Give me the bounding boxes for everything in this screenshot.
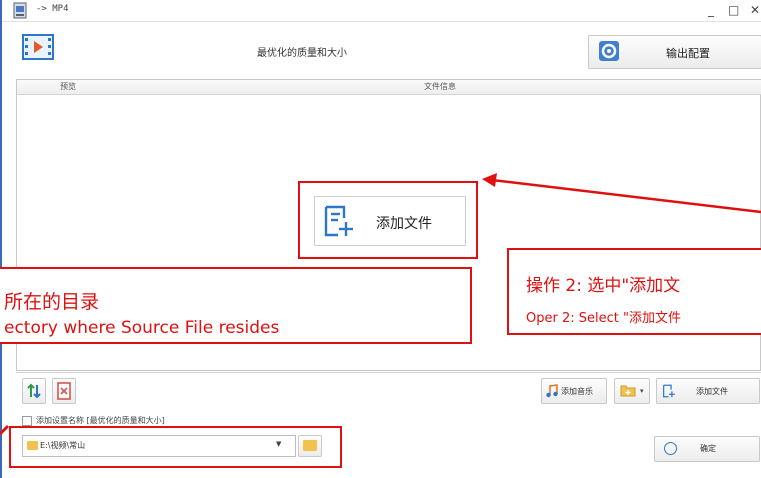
- gear-icon: [599, 41, 619, 61]
- maximize-button[interactable]: □: [728, 3, 739, 17]
- app-icon: [13, 2, 27, 19]
- highlight-output-path-box: [9, 426, 342, 468]
- column-header-preview[interactable]: 预览: [60, 81, 76, 92]
- chevron-down-icon: ▾: [640, 387, 644, 395]
- preset-label: 最优化的质量和大小: [257, 48, 347, 59]
- annotation-left-line2: ectory where Source File resides: [4, 318, 280, 338]
- output-config-label: 输出配置: [666, 47, 710, 60]
- close-button[interactable]: ✕: [750, 3, 760, 17]
- ok-label: 确定: [700, 444, 716, 453]
- music-icon: [546, 384, 558, 398]
- add-file-label: 添加文件: [696, 387, 728, 396]
- minimize-button[interactable]: _: [708, 3, 714, 17]
- column-header-file-info[interactable]: 文件信息: [400, 81, 480, 92]
- add-setting-name-label: 添加设置名称 [最优化的质量和大小]: [36, 416, 165, 425]
- video-format-icon: [22, 34, 54, 60]
- sort-icon: [27, 383, 41, 399]
- file-list-header: [17, 80, 761, 95]
- add-setting-name-checkbox[interactable]: [22, 416, 32, 426]
- check-circle-icon: [664, 442, 677, 455]
- remove-file-icon: [57, 382, 71, 400]
- add-file-small-icon: [663, 384, 675, 398]
- folder-add-icon: [620, 385, 636, 397]
- window-title: -> MP4: [36, 4, 69, 14]
- divider: [16, 372, 761, 373]
- annotation-right-line1: 操作 2: 选中"添加文: [526, 276, 681, 296]
- highlight-add-file-box: [298, 181, 478, 259]
- title-bar: [2, 0, 761, 22]
- add-music-label: 添加音乐: [561, 387, 593, 396]
- annotation-left-line1: 所在的目录: [4, 291, 100, 313]
- annotation-right-line2: Oper 2: Select "添加文件: [526, 311, 681, 326]
